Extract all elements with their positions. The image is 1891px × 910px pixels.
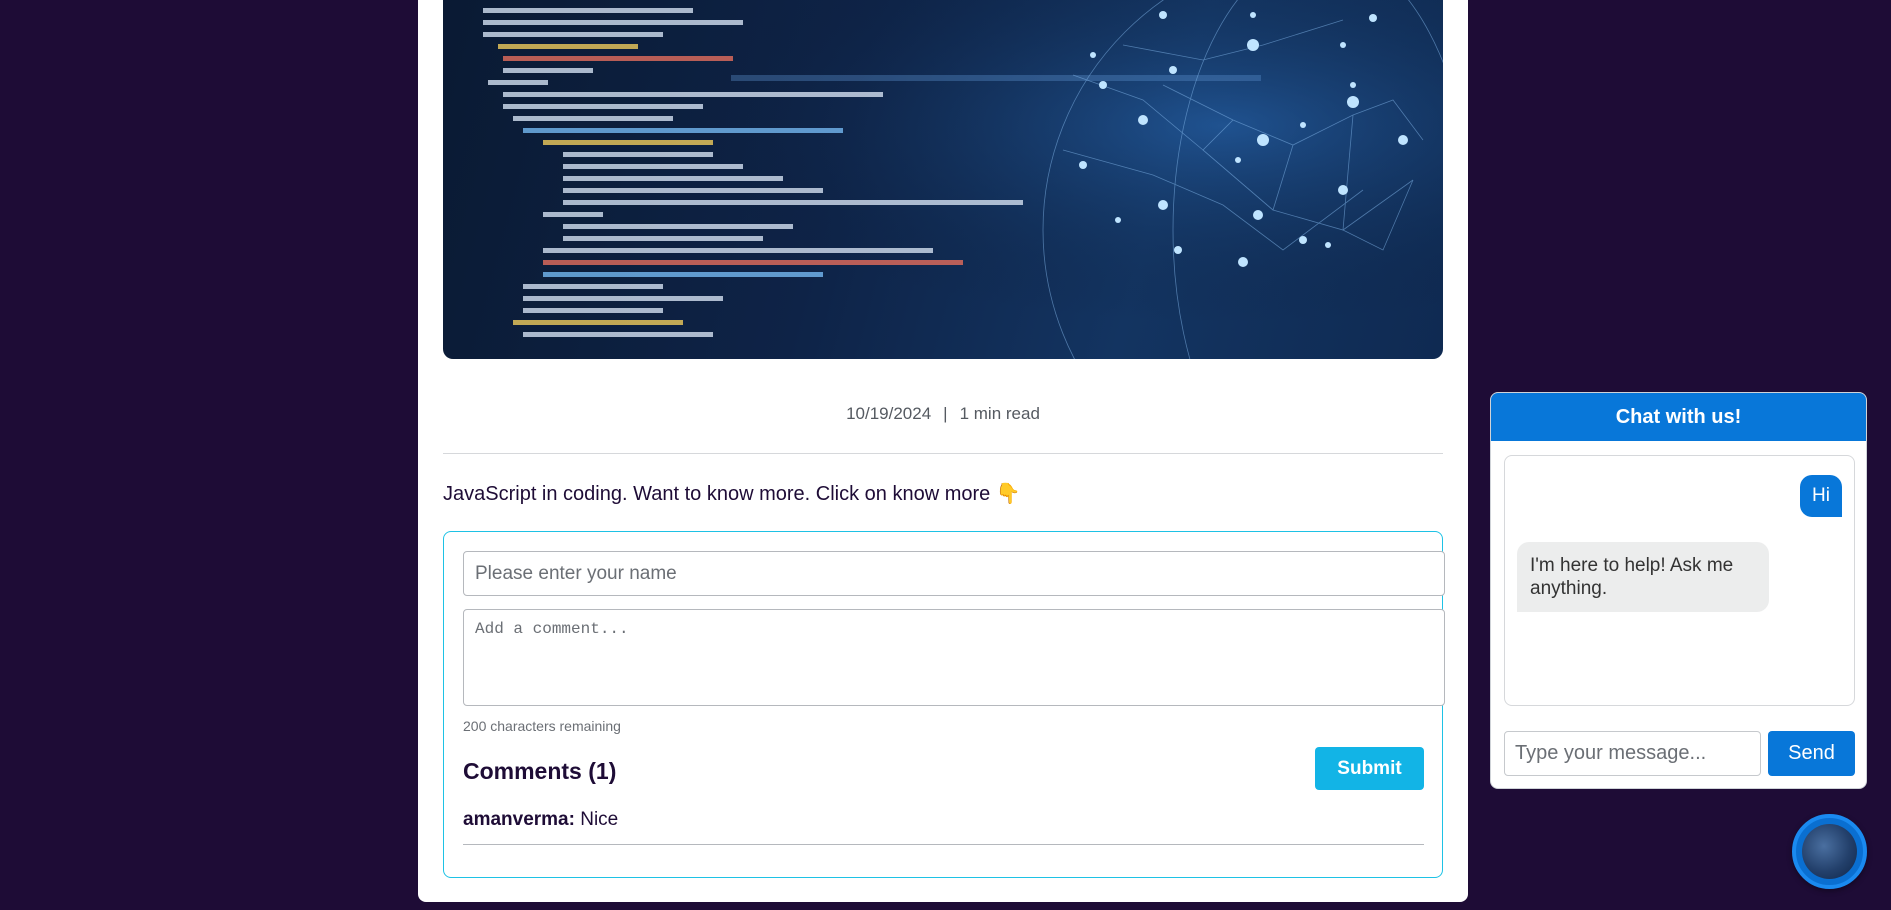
chat-launcher-button[interactable] (1792, 814, 1867, 889)
article-meta: 10/19/2024 | 1 min read (443, 404, 1443, 424)
comments-heading: Comments (1) (463, 758, 617, 784)
comment-section: 200 characters remaining Comments (1) Su… (443, 531, 1445, 878)
submit-button[interactable]: Submit (1315, 747, 1424, 790)
comment-textarea[interactable] (463, 609, 1445, 706)
bot-message: I'm here to help! Ask me anything. (1517, 542, 1769, 612)
name-input[interactable] (463, 551, 1445, 596)
char-counter: 200 characters remaining (463, 718, 621, 734)
comment-item: amanverma: Nice (463, 809, 1424, 845)
user-message: Hi (1800, 475, 1842, 517)
article-card: 10/19/2024 | 1 min read JavaScript in codi… (418, 0, 1468, 902)
chat-widget: Chat with us! Hi I'm here to help! Ask m… (1490, 392, 1867, 789)
comment-text: Nice (580, 809, 619, 830)
read-time: 1 min read (959, 404, 1040, 423)
chat-message-input[interactable] (1504, 731, 1761, 776)
chat-title: Chat with us! (1491, 393, 1866, 441)
chat-avatar-icon (1802, 824, 1857, 879)
article-excerpt: JavaScript in coding. Want to know more.… (443, 483, 1021, 505)
send-button[interactable]: Send (1768, 731, 1855, 776)
divider (443, 453, 1443, 454)
comment-author: amanverma: (463, 809, 575, 830)
meta-separator: | (943, 404, 948, 423)
publish-date: 10/19/2024 (846, 404, 932, 423)
hero-image (443, 0, 1443, 359)
chat-message-list[interactable]: Hi I'm here to help! Ask me anything. (1504, 455, 1855, 706)
